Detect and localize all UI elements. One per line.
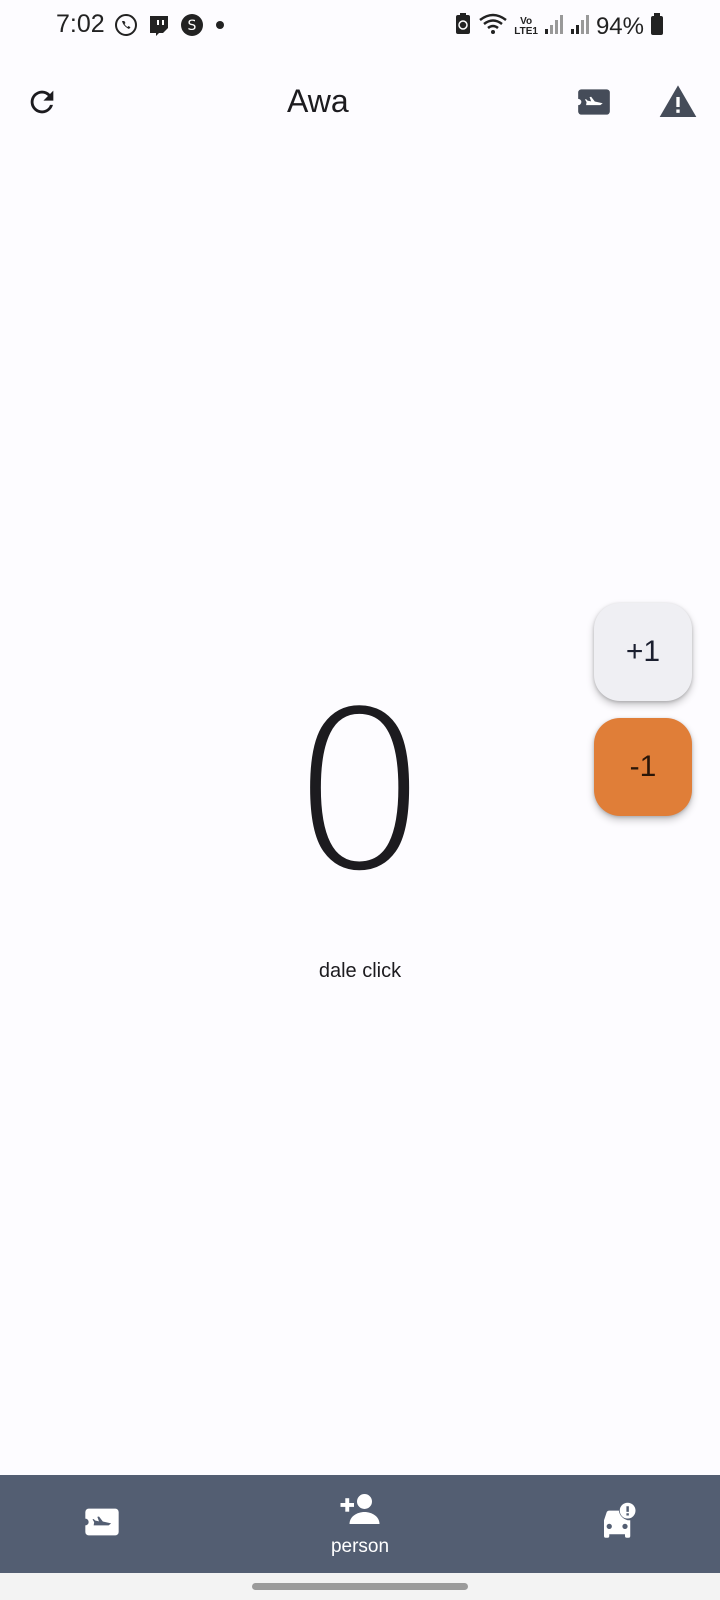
lte-label: LTE1 [514,25,538,37]
refresh-button[interactable] [18,80,66,128]
status-time: 7:02 [56,10,105,38]
refresh-icon [25,85,59,124]
increment-button[interactable]: +1 [594,603,692,701]
airplane-ticket-icon [82,1502,122,1547]
svg-text:S: S [188,18,197,34]
nav-item-ticket[interactable] [62,1475,142,1573]
battery-saver-icon [454,12,472,41]
whatsapp-icon [114,13,138,42]
status-bar: 7:02 S Vo LTE1 94% [0,0,720,52]
battery-percentage: 94% [595,12,644,40]
airplane-ticket-icon [575,83,613,126]
warning-icon [658,82,698,127]
twitch-icon [147,13,171,42]
s-app-icon: S [180,13,204,42]
gesture-area [0,1573,720,1600]
signal-icon [544,13,564,40]
car-crash-icon [597,1501,639,1548]
signal-icon-2 [570,13,590,40]
person-add-icon [339,1491,381,1532]
ticket-button[interactable] [570,80,618,128]
app-bar: Awa [0,60,720,146]
counter-label: dale click [318,960,402,982]
gesture-handle[interactable] [252,1583,468,1590]
bottom-navigation: person [0,1475,720,1573]
nav-item-car-crash[interactable] [578,1475,658,1573]
warning-button[interactable] [654,80,702,128]
battery-icon [650,12,664,41]
wifi-icon [478,12,508,41]
nav-item-person[interactable]: person [300,1475,420,1573]
notification-dot-icon [213,18,227,37]
increment-label: +1 [625,635,661,668]
decrement-label: -1 [629,750,657,783]
volte-label: Vo [520,15,533,27]
decrement-button[interactable]: -1 [594,718,692,816]
page-title: Awa [287,83,349,119]
nav-item-person-label: person [330,1535,390,1557]
